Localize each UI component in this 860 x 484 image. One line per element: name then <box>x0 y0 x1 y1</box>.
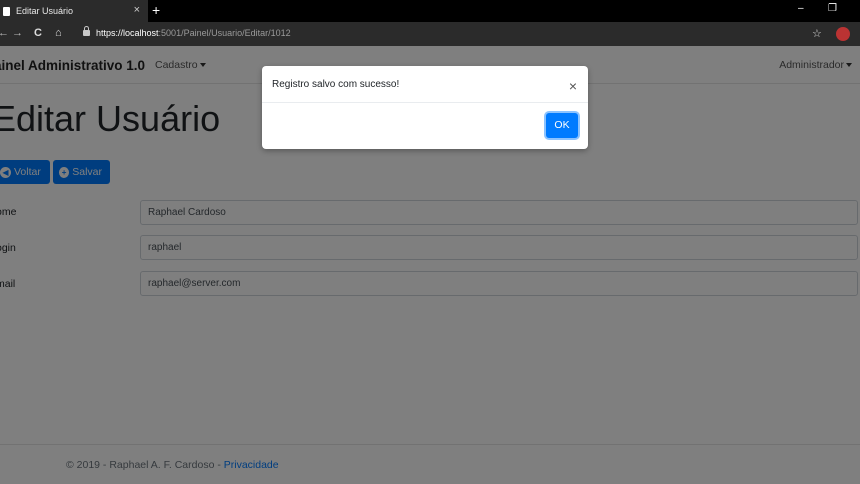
modal-message: Registro salvo com sucesso! <box>272 79 400 90</box>
home-icon[interactable]: ⌂ <box>55 27 62 39</box>
forward-icon[interactable]: → <box>12 27 23 39</box>
success-modal: Registro salvo com sucesso! × OK <box>262 66 588 149</box>
browser-toolbar: ← → C ⌂ https://localhost:5001/Painel/Us… <box>0 22 860 46</box>
new-tab-icon[interactable]: + <box>152 2 160 18</box>
reload-icon[interactable]: C <box>34 27 42 39</box>
profile-avatar[interactable] <box>836 27 850 41</box>
close-icon[interactable]: × <box>569 78 577 94</box>
restore-icon[interactable]: ❐ <box>828 3 837 14</box>
lock-icon <box>83 26 90 36</box>
back-icon[interactable]: ← <box>0 27 9 39</box>
bookmark-star-icon[interactable]: ☆ <box>812 27 822 40</box>
tab-title: Editar Usuário <box>16 6 74 16</box>
browser-tabbar: Editar Usuário × + – ❐ <box>0 0 860 22</box>
url-host: https://localhost <box>96 28 159 38</box>
address-bar[interactable]: https://localhost:5001/Painel/Usuario/Ed… <box>96 28 291 38</box>
page-icon <box>3 6 10 16</box>
tab-close-icon[interactable]: × <box>134 4 140 16</box>
modal-header: Registro salvo com sucesso! × <box>262 66 588 103</box>
ok-button[interactable]: OK <box>546 113 578 138</box>
minimize-icon[interactable]: – <box>798 3 804 14</box>
url-path: :5001/Painel/Usuario/Editar/1012 <box>158 28 291 38</box>
browser-tab[interactable]: Editar Usuário × <box>0 0 148 22</box>
